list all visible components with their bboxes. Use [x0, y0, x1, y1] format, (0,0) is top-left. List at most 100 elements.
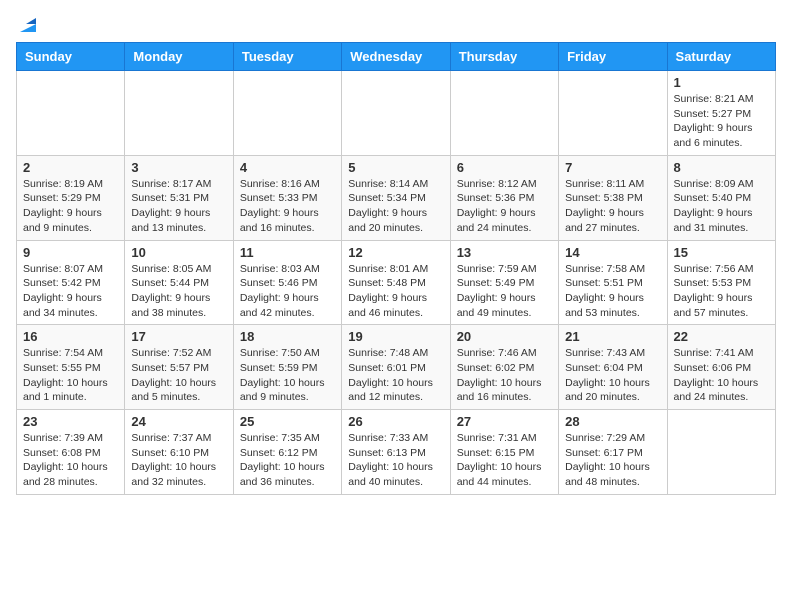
day-number: 8 — [674, 160, 769, 175]
day-info: Sunrise: 8:03 AM Sunset: 5:46 PM Dayligh… — [240, 262, 335, 321]
calendar-cell: 1 Sunrise: 8:21 AM Sunset: 5:27 PM Daylig… — [667, 71, 775, 156]
calendar-cell: 7 Sunrise: 8:11 AM Sunset: 5:38 PM Daylig… — [559, 155, 667, 240]
calendar-cell: 19 Sunrise: 7:48 AM Sunset: 6:01 PM Dayli… — [342, 325, 450, 410]
day-info: Sunrise: 7:37 AM Sunset: 6:10 PM Dayligh… — [131, 431, 226, 490]
calendar-cell: 4 Sunrise: 8:16 AM Sunset: 5:33 PM Daylig… — [233, 155, 341, 240]
calendar-cell — [233, 71, 341, 156]
calendar-cell: 9 Sunrise: 8:07 AM Sunset: 5:42 PM Daylig… — [17, 240, 125, 325]
calendar-cell: 13Sunrise: 7:59 AM Sunset: 5:49 PM Dayli… — [450, 240, 558, 325]
calendar-cell: 18 Sunrise: 7:50 AM Sunset: 5:59 PM Dayli… — [233, 325, 341, 410]
day-info: Sunrise: 7:50 AM Sunset: 5:59 PM Dayligh… — [240, 346, 335, 405]
day-number: 5 — [348, 160, 443, 175]
day-info: Sunrise: 7:43 AM Sunset: 6:04 PM Dayligh… — [565, 346, 660, 405]
calendar-cell: 22 Sunrise: 7:41 AM Sunset: 6:06 PM Dayli… — [667, 325, 775, 410]
calendar-cell: 15 Sunrise: 7:56 AM Sunset: 5:53 PM Dayli… — [667, 240, 775, 325]
day-number: 15 — [674, 245, 769, 260]
calendar-cell: 21 Sunrise: 7:43 AM Sunset: 6:04 PM Dayli… — [559, 325, 667, 410]
day-info: Sunrise: 7:33 AM Sunset: 6:13 PM Dayligh… — [348, 431, 443, 490]
calendar-cell: 16 Sunrise: 7:54 AM Sunset: 5:55 PM Dayli… — [17, 325, 125, 410]
day-number: 10 — [131, 245, 226, 260]
day-number: 28 — [565, 414, 660, 429]
day-number: 20 — [457, 329, 552, 344]
day-info: Sunrise: 8:05 AM Sunset: 5:44 PM Dayligh… — [131, 262, 226, 321]
logo — [16, 16, 36, 34]
calendar-cell: 24 Sunrise: 7:37 AM Sunset: 6:10 PM Dayli… — [125, 410, 233, 495]
calendar-cell: 12 Sunrise: 8:01 AM Sunset: 5:48 PM Dayli… — [342, 240, 450, 325]
day-info: Sunrise: 7:31 AM Sunset: 6:15 PM Dayligh… — [457, 431, 552, 490]
day-info: Sunrise: 8:21 AM Sunset: 5:27 PM Dayligh… — [674, 92, 769, 151]
calendar-cell: 6 Sunrise: 8:12 AM Sunset: 5:36 PM Daylig… — [450, 155, 558, 240]
day-info: Sunrise: 7:52 AM Sunset: 5:57 PM Dayligh… — [131, 346, 226, 405]
day-info: Sunrise: 7:56 AM Sunset: 5:53 PM Dayligh… — [674, 262, 769, 321]
day-info: Sunrise: 7:29 AM Sunset: 6:17 PM Dayligh… — [565, 431, 660, 490]
day-info: Sunrise: 7:39 AM Sunset: 6:08 PM Dayligh… — [23, 431, 118, 490]
calendar-cell: 14 Sunrise: 7:58 AM Sunset: 5:51 PM Dayli… — [559, 240, 667, 325]
day-of-week-header: Tuesday — [233, 43, 341, 71]
day-number: 4 — [240, 160, 335, 175]
day-number: 27 — [457, 414, 552, 429]
day-of-week-header: Sunday — [17, 43, 125, 71]
day-number: 11 — [240, 245, 335, 260]
day-of-week-header: Saturday — [667, 43, 775, 71]
day-number: 17 — [131, 329, 226, 344]
calendar-cell: 23 Sunrise: 7:39 AM Sunset: 6:08 PM Dayli… — [17, 410, 125, 495]
calendar-cell: 3 Sunrise: 8:17 AM Sunset: 5:31 PM Daylig… — [125, 155, 233, 240]
day-of-week-header: Wednesday — [342, 43, 450, 71]
day-info: Sunrise: 7:35 AM Sunset: 6:12 PM Dayligh… — [240, 431, 335, 490]
day-info: Sunrise: 8:17 AM Sunset: 5:31 PM Dayligh… — [131, 177, 226, 236]
day-info: Sunrise: 8:01 AM Sunset: 5:48 PM Dayligh… — [348, 262, 443, 321]
calendar-cell: 26 Sunrise: 7:33 AM Sunset: 6:13 PM Dayli… — [342, 410, 450, 495]
day-number: 24 — [131, 414, 226, 429]
day-of-week-header: Friday — [559, 43, 667, 71]
day-number: 2 — [23, 160, 118, 175]
day-info: Sunrise: 8:07 AM Sunset: 5:42 PM Dayligh… — [23, 262, 118, 321]
day-info: Sunrise: 8:12 AM Sunset: 5:36 PM Dayligh… — [457, 177, 552, 236]
day-info: Sunrise: 8:14 AM Sunset: 5:34 PM Dayligh… — [348, 177, 443, 236]
day-info: Sunrise: 7:59 AM Sunset: 5:49 PM Dayligh… — [457, 262, 552, 321]
day-info: Sunrise: 7:58 AM Sunset: 5:51 PM Dayligh… — [565, 262, 660, 321]
day-info: Sunrise: 8:11 AM Sunset: 5:38 PM Dayligh… — [565, 177, 660, 236]
calendar-cell: 27 Sunrise: 7:31 AM Sunset: 6:15 PM Dayli… — [450, 410, 558, 495]
calendar-cell — [17, 71, 125, 156]
logo-arrow-icon — [18, 16, 36, 34]
calendar: SundayMondayTuesdayWednesdayThursdayFrid… — [16, 42, 776, 495]
day-number: 1 — [674, 75, 769, 90]
day-number: 9 — [23, 245, 118, 260]
day-number: 23 — [23, 414, 118, 429]
day-info: Sunrise: 8:09 AM Sunset: 5:40 PM Dayligh… — [674, 177, 769, 236]
day-number: 16 — [23, 329, 118, 344]
header — [16, 16, 776, 34]
day-number: 25 — [240, 414, 335, 429]
day-info: Sunrise: 7:46 AM Sunset: 6:02 PM Dayligh… — [457, 346, 552, 405]
day-info: Sunrise: 7:41 AM Sunset: 6:06 PM Dayligh… — [674, 346, 769, 405]
calendar-cell: 25 Sunrise: 7:35 AM Sunset: 6:12 PM Dayli… — [233, 410, 341, 495]
day-number: 26 — [348, 414, 443, 429]
day-of-week-header: Monday — [125, 43, 233, 71]
calendar-cell — [342, 71, 450, 156]
calendar-cell: 2 Sunrise: 8:19 AM Sunset: 5:29 PM Daylig… — [17, 155, 125, 240]
calendar-cell: 17 Sunrise: 7:52 AM Sunset: 5:57 PM Dayli… — [125, 325, 233, 410]
day-info: Sunrise: 8:19 AM Sunset: 5:29 PM Dayligh… — [23, 177, 118, 236]
day-info: Sunrise: 7:48 AM Sunset: 6:01 PM Dayligh… — [348, 346, 443, 405]
day-number: 22 — [674, 329, 769, 344]
calendar-cell — [450, 71, 558, 156]
calendar-cell: 28 Sunrise: 7:29 AM Sunset: 6:17 PM Dayli… — [559, 410, 667, 495]
calendar-cell: 20 Sunrise: 7:46 AM Sunset: 6:02 PM Dayli… — [450, 325, 558, 410]
day-number: 19 — [348, 329, 443, 344]
day-number: 12 — [348, 245, 443, 260]
calendar-cell — [667, 410, 775, 495]
day-of-week-header: Thursday — [450, 43, 558, 71]
day-number: 18 — [240, 329, 335, 344]
day-info: Sunrise: 7:54 AM Sunset: 5:55 PM Dayligh… — [23, 346, 118, 405]
day-number: 7 — [565, 160, 660, 175]
calendar-cell — [125, 71, 233, 156]
day-number: 3 — [131, 160, 226, 175]
calendar-cell: 8 Sunrise: 8:09 AM Sunset: 5:40 PM Daylig… — [667, 155, 775, 240]
day-number: 14 — [565, 245, 660, 260]
calendar-cell: 5 Sunrise: 8:14 AM Sunset: 5:34 PM Daylig… — [342, 155, 450, 240]
calendar-cell: 11 Sunrise: 8:03 AM Sunset: 5:46 PM Dayli… — [233, 240, 341, 325]
day-info: Sunrise: 8:16 AM Sunset: 5:33 PM Dayligh… — [240, 177, 335, 236]
day-number: 6 — [457, 160, 552, 175]
calendar-cell — [559, 71, 667, 156]
day-number: 21 — [565, 329, 660, 344]
